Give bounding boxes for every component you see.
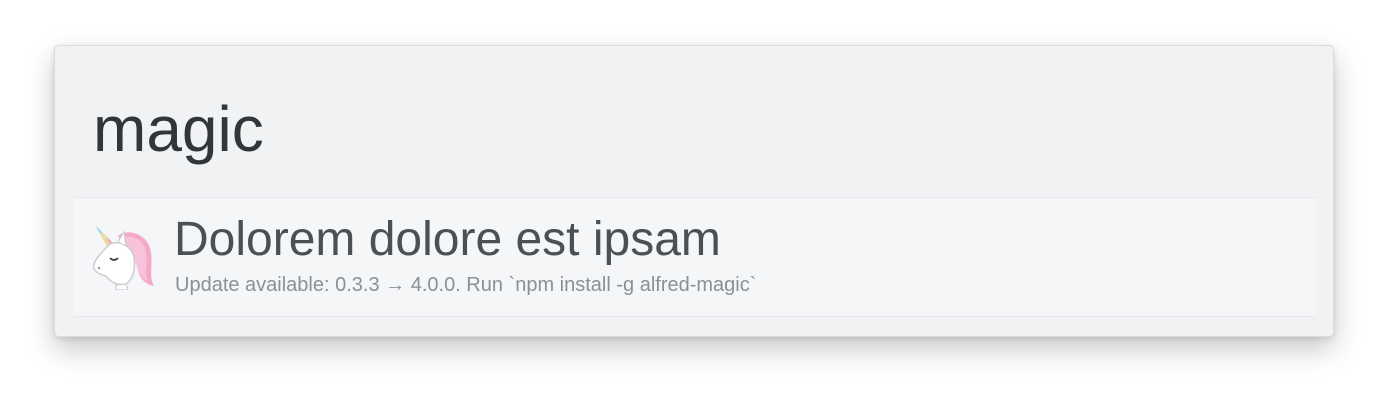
search-input[interactable] (93, 84, 1273, 174)
launcher-window: Dolorem dolore est ipsam Update availabl… (54, 45, 1334, 337)
results-list: Dolorem dolore est ipsam Update availabl… (74, 197, 1316, 317)
unicorn-icon (88, 222, 156, 291)
result-subtitle: Update available: 0.3.3 → 4.0.0. Run `np… (175, 274, 757, 296)
result-item[interactable]: Dolorem dolore est ipsam Update availabl… (74, 197, 1316, 317)
search-row (55, 46, 1333, 196)
result-title: Dolorem dolore est ipsam (174, 213, 721, 266)
